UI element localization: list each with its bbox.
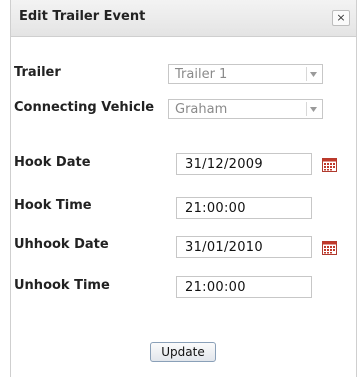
hook-time-label: Hook Time	[14, 198, 92, 213]
hook-time-field[interactable]: 21:00:00	[176, 197, 312, 219]
edit-trailer-event-dialog: Edit Trailer Event ×	[10, 0, 357, 377]
chevron-down-icon	[306, 102, 320, 116]
connecting-vehicle-label: Connecting Vehicle	[14, 100, 155, 115]
unhook-time-value: 21:00:00	[185, 280, 246, 295]
unhook-time-label: Unhook Time	[14, 278, 110, 293]
calendar-icon[interactable]	[322, 241, 337, 255]
hook-date-field[interactable]: 31/12/2009	[176, 153, 312, 175]
trailer-label: Trailer	[14, 65, 61, 80]
unhook-time-field[interactable]: 21:00:00	[176, 276, 312, 298]
calendar-icon[interactable]	[322, 158, 337, 172]
trailer-select[interactable]: Trailer 1	[168, 64, 323, 84]
unhook-date-value: 31/01/2010	[185, 240, 263, 255]
connecting-vehicle-select-value: Graham	[175, 102, 228, 117]
hook-date-label: Hook Date	[14, 155, 91, 170]
connecting-vehicle-select[interactable]: Graham	[168, 99, 323, 119]
hook-time-value: 21:00:00	[185, 201, 246, 216]
trailer-select-value: Trailer 1	[175, 67, 228, 82]
unhook-date-field[interactable]: 31/01/2010	[176, 236, 312, 258]
dialog-titlebar: Edit Trailer Event ×	[11, 0, 356, 37]
update-button[interactable]: Update	[150, 342, 216, 362]
dialog-title: Edit Trailer Event	[19, 9, 146, 24]
chevron-down-icon	[306, 67, 320, 81]
close-icon: ×	[336, 11, 346, 24]
close-button[interactable]: ×	[332, 10, 350, 26]
hook-date-value: 31/12/2009	[185, 157, 263, 172]
unhook-date-label: Uhhook Date	[14, 237, 109, 252]
